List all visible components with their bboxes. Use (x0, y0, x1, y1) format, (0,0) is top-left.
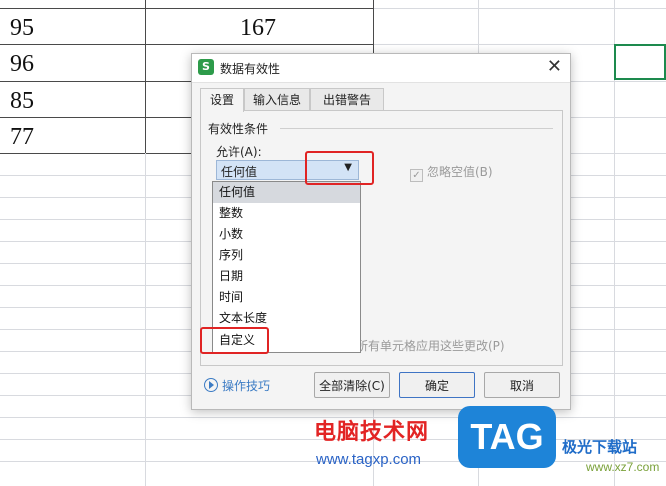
option-list[interactable]: 序列 (213, 245, 360, 266)
dialog-title: 数据有效性 (220, 62, 281, 76)
checkbox-checked-icon: ✓ (410, 169, 423, 182)
cell-a4[interactable]: 77 (10, 124, 34, 151)
watermark-site-name: 电脑技术网 (314, 420, 430, 445)
group-divider (280, 128, 553, 129)
close-icon[interactable]: ✕ (547, 56, 562, 78)
selected-cell[interactable] (614, 44, 666, 80)
tips-label: 操作技巧 (222, 379, 271, 393)
apply-all-label: 所有单元格应用这些更改(P) (356, 339, 505, 353)
play-circle-icon (204, 378, 218, 392)
tag-logo: TAG (458, 406, 556, 468)
watermark-partner-url: www.xz7.com (586, 460, 660, 474)
apply-all-checkbox[interactable]: 所有单元格应用这些更改(P) (356, 337, 505, 354)
col-border (145, 0, 146, 153)
watermark-partner: 极光下载站 (562, 438, 638, 456)
wps-spreadsheet-icon: S (198, 59, 214, 75)
row-border (0, 8, 373, 9)
option-date[interactable]: 日期 (213, 266, 360, 287)
tips-link[interactable]: 操作技巧 (204, 377, 270, 394)
highlight-custom-option (200, 327, 269, 354)
tab-error-alert[interactable]: 出错警告 (310, 88, 384, 111)
ignore-blank-label: 忽略空值(B) (427, 165, 493, 179)
option-text-length[interactable]: 文本长度 (213, 308, 360, 329)
tab-settings[interactable]: 设置 (200, 88, 244, 112)
cell-b1[interactable]: 167 (240, 15, 276, 42)
row-border (373, 8, 666, 9)
highlight-dropdown-arrow (305, 151, 374, 185)
cell-a1[interactable]: 95 (10, 15, 34, 42)
cell-a2[interactable]: 96 (10, 51, 34, 78)
allow-label: 允许(A): (216, 145, 262, 159)
cell-a3[interactable]: 85 (10, 88, 34, 115)
option-any-value[interactable]: 任何值 (213, 182, 360, 203)
col-border (145, 153, 146, 486)
option-decimal[interactable]: 小数 (213, 224, 360, 245)
clear-all-button[interactable]: 全部清除(C) (314, 372, 390, 398)
ok-button[interactable]: 确定 (399, 372, 475, 398)
cancel-button[interactable]: 取消 (484, 372, 560, 398)
dialog-titlebar[interactable]: S 数据有效性 ✕ (192, 54, 570, 83)
option-whole-number[interactable]: 整数 (213, 203, 360, 224)
allow-select-value: 任何值 (221, 165, 258, 179)
validity-criteria-title: 有效性条件 (208, 122, 269, 136)
option-time[interactable]: 时间 (213, 287, 360, 308)
watermark-url: www.tagxp.com (316, 451, 422, 468)
row-border (0, 44, 373, 45)
tab-input-message[interactable]: 输入信息 (244, 88, 310, 111)
ignore-blank-checkbox[interactable]: ✓ 忽略空值(B) (410, 163, 493, 182)
